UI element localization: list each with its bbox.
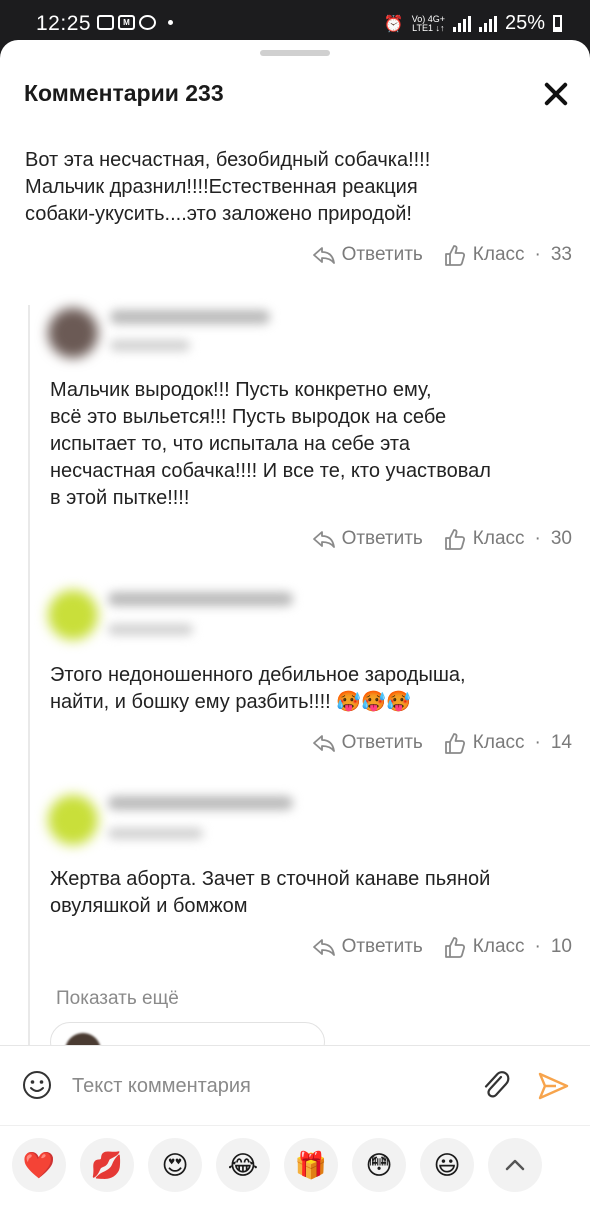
battery-percent: 25%	[504, 12, 545, 34]
paperclip-icon[interactable]	[480, 1068, 512, 1102]
comment-text: Мальчик выродок!!! Пусть конкретно ему, …	[50, 379, 491, 509]
network-sub-label: LTE1 ↓↑	[412, 22, 445, 33]
drag-handle[interactable]	[260, 50, 330, 56]
comment-input[interactable]	[72, 1066, 462, 1106]
show-more-button[interactable]: Показать ещё	[56, 988, 179, 1010]
avatar[interactable]	[48, 795, 98, 845]
reaction-gift[interactable]: 🎁	[284, 1138, 338, 1192]
comments-sheet: Комментарии 233 Вот эта несчастная, безо…	[0, 40, 590, 1205]
comment-actions: Ответить Класс · 30	[312, 528, 572, 550]
status-time: 12:25	[36, 12, 92, 35]
expand-reactions-button[interactable]	[488, 1138, 542, 1192]
battery-icon	[553, 15, 562, 32]
comment-input-bar	[0, 1045, 590, 1126]
like-count: 14	[550, 732, 572, 753]
avatar[interactable]	[48, 590, 98, 640]
like-button[interactable]: Класс	[443, 936, 525, 958]
send-icon[interactable]	[536, 1070, 570, 1102]
reaction-flushed[interactable]: 😳	[352, 1138, 406, 1192]
reaction-kiss[interactable]: 💋	[80, 1138, 134, 1192]
comment-text: Жертва аборта. Зачет в сточной канаве пь…	[50, 868, 491, 917]
comment-date-blurred	[108, 624, 193, 635]
reply-icon	[312, 939, 335, 956]
notification-dot-icon	[168, 20, 173, 25]
reply-button[interactable]: Ответить	[312, 244, 423, 266]
comment-text: Вот эта несчастная, безобидный собачка!!…	[25, 149, 431, 225]
like-count: 10	[550, 936, 572, 957]
reply-icon	[312, 531, 335, 548]
messenger-icon	[139, 15, 156, 30]
thumbs-up-icon	[444, 529, 465, 550]
like-button[interactable]: Класс	[443, 732, 525, 754]
page-title: Комментарии 233	[24, 80, 224, 106]
thread-line	[28, 305, 30, 1065]
reply-icon	[312, 247, 335, 264]
reaction-heart-eyes[interactable]: 😍	[148, 1138, 202, 1192]
like-count: 30	[550, 528, 572, 549]
reaction-smile[interactable]: 😃	[420, 1138, 474, 1192]
reaction-heart[interactable]: ❤️	[12, 1138, 66, 1192]
reply-button[interactable]: Ответить	[312, 732, 423, 754]
thumbs-up-icon	[444, 733, 465, 754]
thumbs-up-icon	[444, 937, 465, 958]
alarm-icon: ⏰	[383, 15, 404, 33]
mail-icon: M	[118, 15, 135, 30]
comment-date-blurred	[108, 828, 203, 839]
reply-icon	[312, 735, 335, 752]
like-count: 33	[550, 244, 572, 265]
comment-actions: Ответить Класс · 10	[312, 936, 572, 958]
signal-2-icon	[478, 15, 497, 32]
reaction-laugh[interactable]: 😂	[216, 1138, 270, 1192]
reply-button[interactable]: Ответить	[312, 528, 423, 550]
avatar[interactable]	[48, 308, 98, 358]
chevron-up-icon	[505, 1159, 525, 1171]
comment-actions: Ответить Класс · 14	[312, 732, 572, 754]
signal-icon	[452, 15, 471, 32]
author-name-blurred[interactable]	[108, 592, 293, 606]
author-name-blurred[interactable]	[110, 310, 270, 324]
comment-actions: Ответить Класс · 33	[312, 244, 572, 266]
like-button[interactable]: Класс	[443, 244, 525, 266]
close-icon[interactable]	[540, 78, 572, 110]
gallery-icon	[97, 15, 114, 30]
comment-date-blurred	[110, 340, 190, 351]
comment-text: Этого недоношенного дебильное зародыша, …	[50, 664, 466, 713]
reaction-bar: ❤️ 💋 😍 😂 🎁 😳 😃	[0, 1125, 590, 1205]
smile-icon[interactable]	[22, 1070, 52, 1100]
like-button[interactable]: Класс	[443, 528, 525, 550]
thumbs-up-icon	[444, 245, 465, 266]
reply-button[interactable]: Ответить	[312, 936, 423, 958]
author-name-blurred[interactable]	[108, 796, 293, 810]
